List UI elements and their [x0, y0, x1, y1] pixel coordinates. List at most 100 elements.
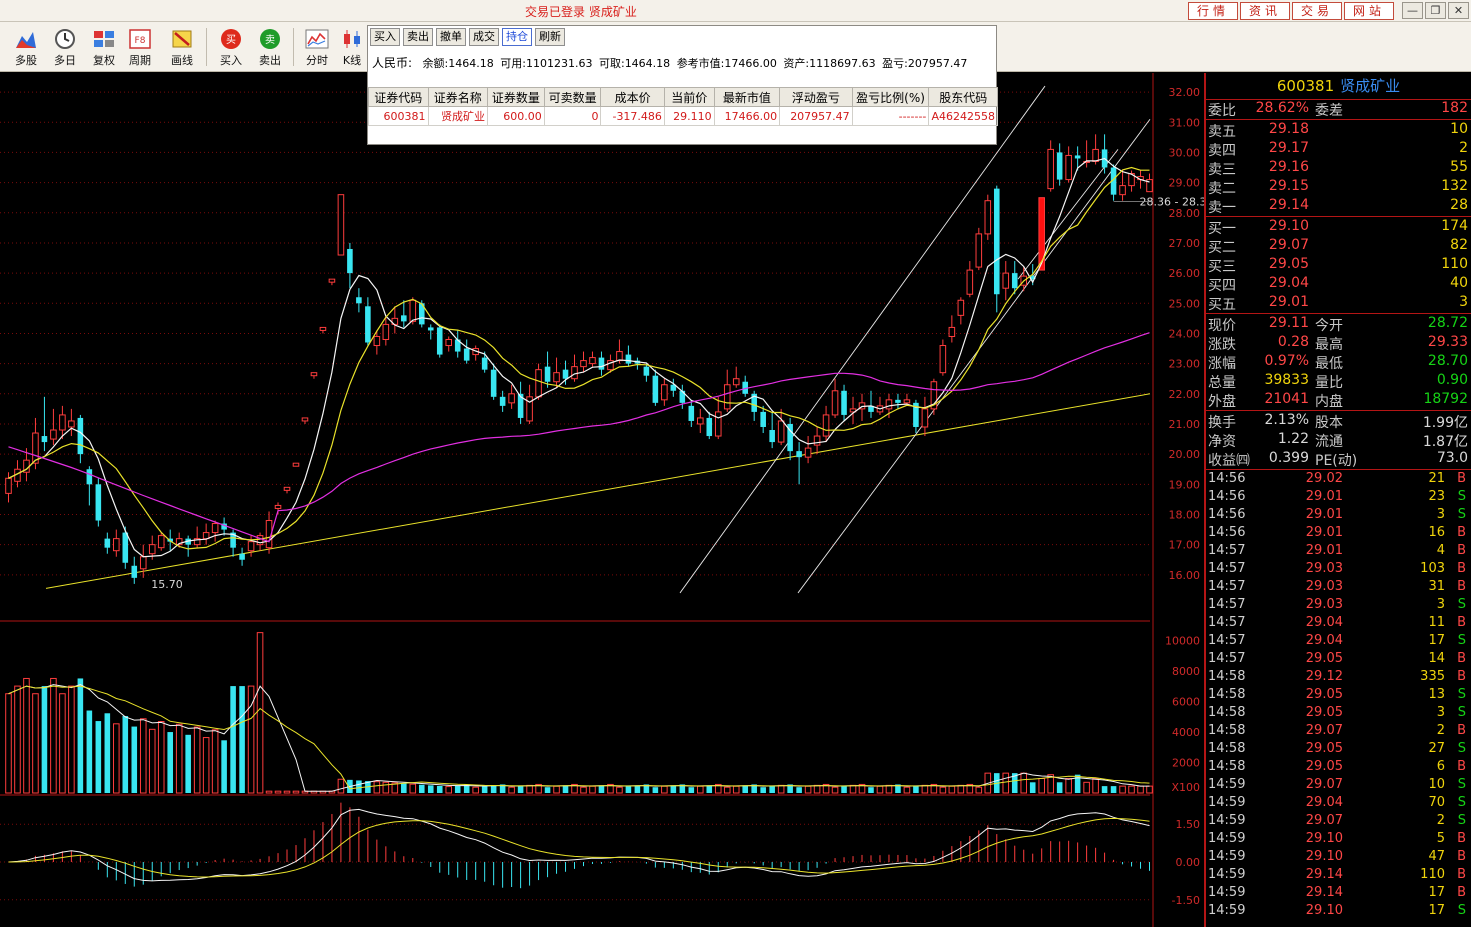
level-label: 买二	[1208, 240, 1236, 256]
volume-bar-up	[292, 790, 300, 794]
tab-refresh[interactable]: 刷新	[535, 28, 565, 46]
candle-body-up	[247, 541, 255, 552]
column-header[interactable]: 最新市值	[713, 87, 781, 107]
nav-market-button[interactable]: 行情	[1188, 2, 1238, 20]
positions-table: 证券代码 证券名称 证券数量 可卖数量 成本价 当前价 最新市值 浮动盈亏 盈亏比例(%) 股东代…	[368, 87, 998, 126]
tab-cancel[interactable]: 撤单	[436, 28, 466, 46]
volume-bar-up	[256, 632, 264, 794]
volume-bar-down	[481, 786, 488, 793]
period-button[interactable]: F8 周期	[122, 26, 158, 68]
column-header[interactable]: 当前价	[663, 87, 715, 107]
column-header[interactable]: 成本价	[600, 87, 665, 107]
close-icon[interactable]: ✕	[1448, 2, 1469, 19]
level-price: 29.04	[1268, 275, 1309, 291]
f8-icon: F8	[129, 29, 151, 49]
volume-bar-up	[1083, 781, 1090, 794]
candle-body-up	[957, 299, 965, 316]
volume-bar-up	[50, 677, 57, 794]
ask-level-row[interactable]: 卖五 29.18 10	[1206, 121, 1471, 140]
candle-body-up	[139, 556, 147, 570]
candle-body-down	[841, 390, 847, 415]
tick-time: 14:57	[1208, 633, 1246, 648]
bid-level-row[interactable]: 买一 29.10 174	[1206, 218, 1471, 237]
tick-time: 14:58	[1208, 669, 1246, 684]
restore-icon[interactable]: ❐	[1425, 2, 1446, 19]
tab-sell[interactable]: 卖出	[403, 28, 433, 46]
multi-stock-label: 多股	[15, 54, 37, 67]
kline-button[interactable]: K线	[337, 26, 367, 68]
bid-level-row[interactable]: 买四 29.04 40	[1206, 275, 1471, 294]
stat-value: 39833	[1264, 372, 1309, 388]
level-price: 29.15	[1268, 178, 1309, 194]
ask-level-row[interactable]: 卖一 29.14 28	[1206, 197, 1471, 216]
candle-body-up	[382, 323, 390, 340]
bid-level-row[interactable]: 买五 29.01 3	[1206, 294, 1471, 313]
tick-price: 29.10	[1305, 903, 1343, 918]
column-header[interactable]: 盈亏比例(%)	[851, 87, 930, 107]
level-price: 29.10	[1268, 218, 1309, 234]
column-header[interactable]: 证券代码	[368, 87, 429, 107]
summary-available-label: 可用:	[500, 57, 526, 70]
tick-side: B	[1457, 849, 1466, 864]
ask-level-row[interactable]: 卖四 29.17 2	[1206, 140, 1471, 159]
candle-body-up	[813, 435, 821, 446]
column-header[interactable]: 证券数量	[487, 87, 545, 107]
nav-news-button[interactable]: 资讯	[1240, 2, 1290, 20]
candle-body-up	[50, 429, 57, 440]
candle-body-down	[652, 375, 659, 403]
tick-side: S	[1457, 813, 1466, 828]
nav-website-button[interactable]: 网站	[1344, 2, 1394, 20]
intraday-button[interactable]: 分时	[299, 26, 335, 68]
column-header[interactable]: 股东代码	[928, 87, 998, 107]
tick-side: B	[1457, 831, 1466, 846]
tick-volume: 10	[1428, 777, 1445, 792]
multi-stock-button[interactable]: 多股	[8, 26, 44, 68]
nav-trade-button[interactable]: 交易	[1292, 2, 1342, 20]
quote-stat-row: 涨跌 0.28 最高 29.33	[1206, 334, 1471, 353]
column-header[interactable]: 可卖数量	[543, 87, 602, 107]
stock-header[interactable]: 600381 贤成矿业	[1206, 75, 1471, 99]
candle-body-up	[337, 194, 345, 256]
minimize-icon[interactable]: —	[1402, 2, 1423, 19]
volume-bar-down	[454, 785, 461, 793]
column-header[interactable]: 浮动盈亏	[779, 87, 853, 107]
tick-volume: 4	[1436, 543, 1445, 558]
candle-body-up	[903, 399, 911, 404]
price-tick-label: 20.00	[1169, 448, 1201, 461]
ask-level-row[interactable]: 卖三 29.16 55	[1206, 159, 1471, 178]
ask-level-row[interactable]: 卖二 29.15 132	[1206, 178, 1471, 197]
tab-deals[interactable]: 成交	[469, 28, 499, 46]
adjust-button[interactable]: 复权	[86, 26, 122, 68]
bid-level-row[interactable]: 买二 29.07 82	[1206, 237, 1471, 256]
tick-side: B	[1457, 615, 1466, 630]
multi-day-button[interactable]: 多日	[47, 26, 83, 68]
volume-bar-down	[841, 786, 847, 793]
stat-value: 18792	[1423, 391, 1468, 407]
candle-body-up	[32, 432, 39, 464]
stat-label: 最低	[1315, 356, 1343, 372]
volume-bar-up	[59, 693, 66, 794]
candle-body-up	[661, 384, 668, 401]
candle-body-down	[544, 366, 551, 382]
diff-value: 182	[1441, 100, 1468, 116]
draw-line-button[interactable]: 画线	[164, 26, 200, 68]
bid-level-row[interactable]: 买三 29.05 110	[1206, 256, 1471, 275]
draw-line-icon	[172, 30, 192, 48]
tick-price: 29.02	[1305, 471, 1343, 486]
summary-balance: 1464.18	[448, 57, 494, 70]
candle-body-down	[895, 399, 901, 403]
tab-positions[interactable]: 持仓	[502, 28, 532, 46]
column-header[interactable]: 证券名称	[427, 87, 489, 107]
tick-price: 29.12	[1305, 669, 1343, 684]
tab-buy[interactable]: 买入	[370, 28, 400, 46]
buy-button[interactable]: 买 买入	[213, 26, 249, 68]
candle-body-up	[975, 233, 983, 268]
chart-area[interactable]: 32.00 31.00 30.00 29.00 28.00 27.00 26.00 25.00…	[0, 73, 1204, 927]
intraday-label: 分时	[306, 54, 328, 67]
volume-bar-down	[598, 785, 605, 793]
volume-bar-down	[1101, 786, 1108, 793]
sell-button[interactable]: 卖 卖出	[252, 26, 288, 68]
table-row[interactable]: 600381 贤成矿业 600.00 0 -317.486 29.110 17466.00 2…	[368, 106, 998, 126]
tick-row: 14:58 29.05 13 S	[1206, 687, 1471, 705]
volume-tick-label: 8000	[1172, 665, 1200, 678]
